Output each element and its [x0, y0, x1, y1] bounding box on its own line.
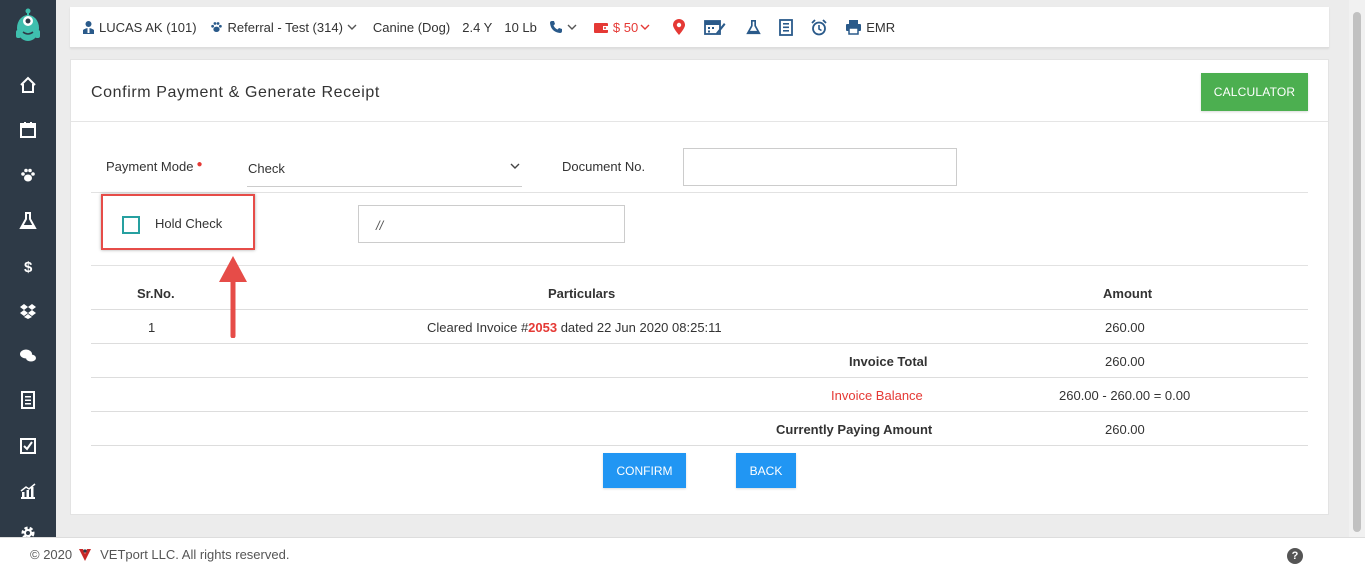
- column-header-amount: Amount: [1103, 286, 1153, 301]
- row-amount: 260.00: [1105, 320, 1145, 335]
- scrollbar[interactable]: [1349, 0, 1365, 537]
- help-icon[interactable]: ?: [1287, 548, 1303, 564]
- row-srno: 1: [148, 320, 156, 335]
- divider: [91, 445, 1308, 446]
- dropbox-icon[interactable]: [16, 299, 40, 323]
- calculator-button[interactable]: CALCULATOR: [1201, 73, 1308, 111]
- flask-icon[interactable]: [16, 209, 40, 233]
- hold-check-label[interactable]: Hold Check: [155, 216, 222, 231]
- divider: [91, 377, 1308, 378]
- svg-text:$: $: [24, 259, 33, 275]
- divider: [91, 309, 1308, 310]
- paw-icon: [210, 22, 222, 33]
- payment-mode-label: Payment Mode ●: [106, 159, 202, 174]
- column-header-srno: Sr.No.: [137, 286, 175, 301]
- scrollbar-thumb[interactable]: [1353, 12, 1361, 532]
- chart-icon[interactable]: [16, 479, 40, 503]
- weight: 10 Lb: [504, 19, 537, 35]
- invoice-balance-label: Invoice Balance: [831, 388, 923, 403]
- calendar-edit-icon[interactable]: [704, 18, 730, 36]
- patient-name[interactable]: LUCAS AK (101): [82, 20, 197, 35]
- payment-card: Confirm Payment & Generate Receipt CALCU…: [70, 59, 1329, 515]
- alarm-clock-icon[interactable]: [811, 18, 831, 36]
- annotation-arrow: [219, 256, 247, 338]
- paying-amount-value: 260.00: [1105, 422, 1145, 437]
- chevron-down-icon: [510, 163, 520, 169]
- paw-icon[interactable]: [16, 163, 40, 187]
- divider: [91, 411, 1308, 412]
- chevron-down-icon: [567, 24, 577, 30]
- species: Canine (Dog): [372, 19, 451, 35]
- age: 2.4 Y: [462, 19, 493, 35]
- document-icon[interactable]: [779, 18, 797, 36]
- row-particulars-prefix: Cleared Invoice #: [427, 320, 529, 335]
- hold-check-checkbox[interactable]: [122, 216, 140, 234]
- company-name: VETport LLC. All rights reserved.: [100, 547, 290, 562]
- row-particulars-suffix: dated 22 Jun 2020 08:25:11: [557, 320, 722, 335]
- confirm-button[interactable]: CONFIRM: [603, 453, 686, 488]
- emr-print-button[interactable]: EMR: [845, 19, 895, 35]
- sidebar: $: [0, 0, 56, 540]
- map-pin-icon[interactable]: [672, 18, 690, 36]
- column-header-particulars: Particulars: [548, 286, 616, 301]
- home-icon[interactable]: [16, 73, 40, 97]
- payment-mode-select[interactable]: Check: [247, 152, 522, 187]
- divider: [91, 343, 1308, 344]
- chat-icon[interactable]: [16, 344, 40, 368]
- divider: [91, 192, 1308, 193]
- footer-copyright: © 2020 VETport LLC. All rights reserved.: [30, 547, 289, 562]
- balance-dropdown[interactable]: $ 50: [593, 20, 654, 35]
- chevron-down-icon: [347, 24, 357, 30]
- calendar-icon[interactable]: [16, 118, 40, 142]
- document-no-label: Document No.: [562, 159, 646, 174]
- copyright-year: © 2020: [30, 547, 73, 562]
- checkbox-icon[interactable]: [16, 434, 40, 458]
- balance-label: $ 50: [612, 19, 639, 35]
- chevron-down-icon: [640, 24, 650, 30]
- receipt-icon[interactable]: [16, 388, 40, 412]
- patient-info-bar: LUCAS AK (101) Referral - Test (314) Can…: [70, 7, 1329, 48]
- row-particulars: Cleared Invoice #2053 dated 22 Jun 2020 …: [427, 320, 722, 335]
- required-marker: ●: [196, 159, 203, 170]
- document-no-input[interactable]: [683, 148, 957, 186]
- lab-flask-icon[interactable]: [746, 19, 765, 36]
- user-icon: [83, 21, 94, 34]
- phone-icon: [549, 21, 562, 33]
- referral-dropdown[interactable]: Referral - Test (314): [209, 20, 361, 35]
- paying-amount-label: Currently Paying Amount: [776, 422, 933, 437]
- patient-name-label: LUCAS AK (101): [99, 19, 197, 35]
- card-header: Confirm Payment & Generate Receipt CALCU…: [71, 60, 1328, 122]
- dollar-icon[interactable]: $: [16, 254, 40, 278]
- payment-mode-label-text: Payment Mode: [106, 159, 194, 174]
- footer: © 2020 VETport LLC. All rights reserved.…: [0, 537, 1365, 569]
- check-date-input[interactable]: //: [358, 205, 625, 243]
- wallet-icon: [593, 22, 608, 33]
- invoice-number-link[interactable]: 2053: [528, 320, 557, 335]
- invoice-balance-value: 260.00 - 260.00 = 0.00: [1059, 388, 1191, 403]
- referral-label: Referral - Test (314): [227, 19, 343, 35]
- hold-check-highlight: Hold Check: [101, 194, 255, 250]
- invoice-total-value: 260.00: [1105, 354, 1145, 369]
- phone-dropdown[interactable]: [549, 20, 581, 34]
- page-title: Confirm Payment & Generate Receipt: [91, 84, 380, 101]
- printer-icon: [846, 20, 862, 35]
- vetport-logo[interactable]: [12, 8, 44, 42]
- invoice-total-label: Invoice Total: [849, 354, 928, 369]
- check-date-value: //: [376, 218, 384, 233]
- payment-mode-value: Check: [248, 161, 285, 176]
- emr-label: EMR: [866, 19, 896, 35]
- vetport-logo-icon: [79, 548, 92, 561]
- back-button[interactable]: BACK: [736, 453, 796, 488]
- divider: [91, 265, 1308, 266]
